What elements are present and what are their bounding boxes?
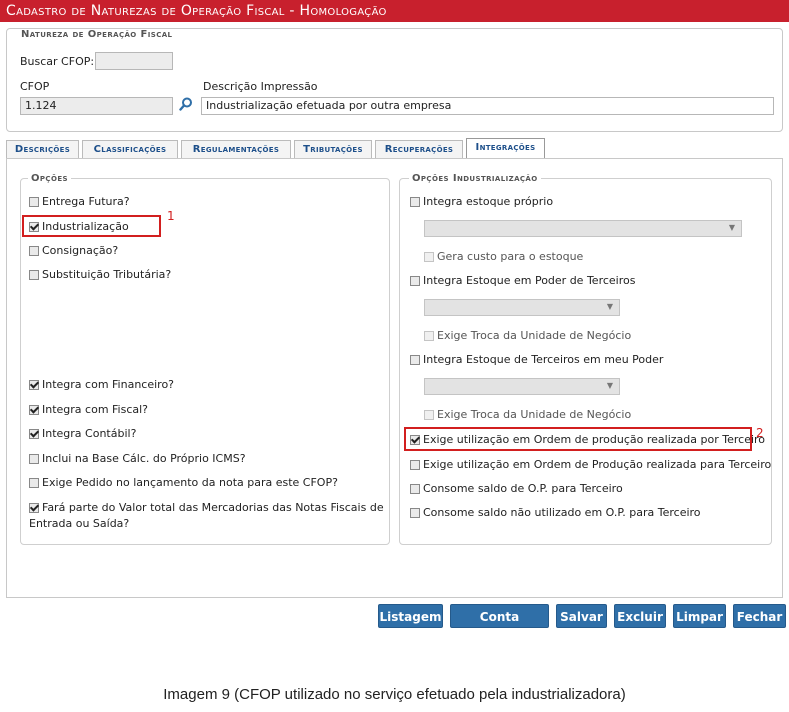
- checkbox-integra-estoque-poder-terceiros[interactable]: Integra Estoque em Poder de Terceiros: [410, 274, 635, 287]
- checkbox-label: Integra com Financeiro?: [42, 378, 175, 391]
- checkbox-box[interactable]: [410, 507, 420, 518]
- checkbox-box[interactable]: [424, 251, 434, 262]
- checkbox-label: Integra estoque próprio: [423, 195, 554, 208]
- checkbox-label: Substituição Tributária?: [42, 268, 172, 281]
- checkbox-gera-custo[interactable]: Gera custo para o estoque: [424, 250, 583, 263]
- checkbox-label: Consome saldo de O.P. para Terceiro: [423, 482, 623, 495]
- salvar-button[interactable]: Salvar: [556, 604, 607, 628]
- checkbox-consignacao[interactable]: Consignação?: [29, 244, 118, 257]
- search-cfop-label: Buscar CFOP:: [20, 55, 95, 68]
- checkbox-box[interactable]: [29, 477, 39, 488]
- dropdown-arrow-icon: ▼: [606, 381, 613, 390]
- estoque-poder-terceiros-select[interactable]: ▼: [424, 299, 620, 316]
- checkbox-label: Consome saldo não utilizado em O.P. para…: [423, 506, 701, 519]
- checkbox-label: Integra com Fiscal?: [42, 403, 149, 416]
- checkbox-box[interactable]: [410, 459, 420, 470]
- checkbox-exige-troca-unidade-1[interactable]: Exige Troca da Unidade de Negócio: [424, 329, 631, 342]
- checkbox-integra-estoque-terceiros-meu-poder[interactable]: Integra Estoque de Terceiros em meu Pode…: [410, 353, 663, 366]
- annotation-number-1: 1: [167, 209, 175, 223]
- checkbox-integra-fiscal[interactable]: Integra com Fiscal?: [29, 403, 148, 416]
- natureza-panel: [6, 28, 783, 132]
- checkbox-integra-financeiro[interactable]: Integra com Financeiro?: [29, 378, 174, 391]
- cfop-field[interactable]: 1.124: [20, 97, 173, 115]
- checkbox-integra-estoque-proprio[interactable]: Integra estoque próprio: [410, 195, 553, 208]
- checkbox-label: Exige Pedido no lançamento da nota para …: [42, 476, 338, 489]
- checkbox-inclui-base-icms[interactable]: Inclui na Base Cálc. do Próprio ICMS?: [29, 452, 246, 465]
- checkbox-box[interactable]: [29, 453, 39, 464]
- excluir-button[interactable]: Excluir: [614, 604, 666, 628]
- checkbox-exige-pedido[interactable]: Exige Pedido no lançamento da nota para …: [29, 476, 338, 489]
- checkbox-consome-saldo-nao-utilizado[interactable]: Consome saldo não utilizado em O.P. para…: [410, 506, 701, 519]
- checkbox-box[interactable]: [410, 275, 420, 286]
- checkbox-label: Fará parte do Valor total das Mercadoria…: [42, 501, 384, 514]
- window-title: Cadastro de Naturezas de Operação Fiscal…: [0, 0, 789, 22]
- checkbox-box[interactable]: [424, 330, 434, 341]
- checkbox-label: Exige Troca da Unidade de Negócio: [437, 408, 632, 421]
- conta-contabil-button[interactable]: Conta Contábil: [450, 604, 549, 648]
- annotation-box-2: [404, 427, 752, 451]
- checkbox-integra-contabil[interactable]: Integra Contábil?: [29, 427, 136, 440]
- checkbox-label: Gera custo para o estoque: [437, 250, 584, 263]
- checkbox-consome-saldo-op[interactable]: Consome saldo de O.P. para Terceiro: [410, 482, 623, 495]
- image-caption: Imagem 9 (CFOP utilizado no serviço efet…: [163, 686, 626, 703]
- estoque-proprio-select[interactable]: ▼: [424, 220, 742, 237]
- tab-descricoes[interactable]: Descrições: [6, 140, 79, 158]
- fechar-button[interactable]: Fechar: [733, 604, 786, 628]
- checkbox-valor-total-mercadorias[interactable]: Fará parte do Valor total das Mercadoria…: [29, 501, 384, 514]
- tab-tributacoes[interactable]: Tributações: [294, 140, 372, 158]
- checkbox-label: Consignação?: [42, 244, 119, 257]
- opcoes-industrializacao-legend: Opções Industrialização: [409, 173, 541, 184]
- checkbox-box[interactable]: [29, 245, 39, 256]
- tab-regulamentacoes[interactable]: Regulamentações: [181, 140, 291, 158]
- checkbox-substituicao-tributaria[interactable]: Substituição Tributária?: [29, 268, 171, 281]
- listagem-button[interactable]: Listagem: [378, 604, 443, 628]
- checkbox-label: Exige utilização em Ordem de Produção re…: [423, 458, 772, 471]
- estoque-terceiros-meu-poder-select[interactable]: ▼: [424, 378, 620, 395]
- checkbox-box[interactable]: [29, 269, 39, 280]
- dropdown-arrow-icon: ▼: [728, 223, 735, 232]
- natureza-legend: Natureza de Operação Fiscal: [18, 29, 176, 40]
- checkbox-label: Integra Contábil?: [42, 427, 137, 440]
- search-cfop-input[interactable]: [95, 52, 173, 70]
- checkbox-exige-op-para-terceiro[interactable]: Exige utilização em Ordem de Produção re…: [410, 458, 771, 471]
- annotation-box-1: [22, 215, 161, 237]
- limpar-button[interactable]: Limpar: [673, 604, 726, 628]
- checkbox-label-continuation: Entrada ou Saída?: [29, 517, 130, 530]
- annotation-number-2: 2: [756, 426, 764, 440]
- checkbox-box[interactable]: [29, 502, 39, 513]
- checkbox-label: Exige Troca da Unidade de Negócio: [437, 329, 632, 342]
- checkbox-box[interactable]: [29, 379, 39, 390]
- checkbox-exige-troca-unidade-2[interactable]: Exige Troca da Unidade de Negócio: [424, 408, 631, 421]
- tab-integracoes[interactable]: Integrações: [466, 138, 545, 158]
- tab-classificacoes[interactable]: Classificações: [82, 140, 178, 158]
- checkbox-box[interactable]: [410, 196, 420, 207]
- tab-recuperacoes[interactable]: Recuperações: [375, 140, 463, 158]
- checkbox-box[interactable]: [410, 354, 420, 365]
- dropdown-arrow-icon: ▼: [606, 302, 613, 311]
- checkbox-box[interactable]: [29, 196, 39, 207]
- checkbox-box[interactable]: [29, 404, 39, 415]
- checkbox-box[interactable]: [424, 409, 434, 420]
- checkbox-box[interactable]: [29, 428, 39, 439]
- magnifier-icon[interactable]: [179, 97, 193, 111]
- checkbox-label: Inclui na Base Cálc. do Próprio ICMS?: [42, 452, 246, 465]
- descricao-field[interactable]: Industrialização efetuada por outra empr…: [201, 97, 774, 115]
- checkbox-label: Integra Estoque de Terceiros em meu Pode…: [423, 353, 664, 366]
- cfop-label: CFOP: [20, 80, 50, 93]
- checkbox-label: Integra Estoque em Poder de Terceiros: [423, 274, 636, 287]
- opcoes-legend: Opções: [28, 173, 71, 184]
- checkbox-box[interactable]: [410, 483, 420, 494]
- checkbox-entrega-futura[interactable]: Entrega Futura?: [29, 195, 130, 208]
- checkbox-label: Entrega Futura?: [42, 195, 130, 208]
- descricao-label: Descrição Impressão: [203, 80, 318, 93]
